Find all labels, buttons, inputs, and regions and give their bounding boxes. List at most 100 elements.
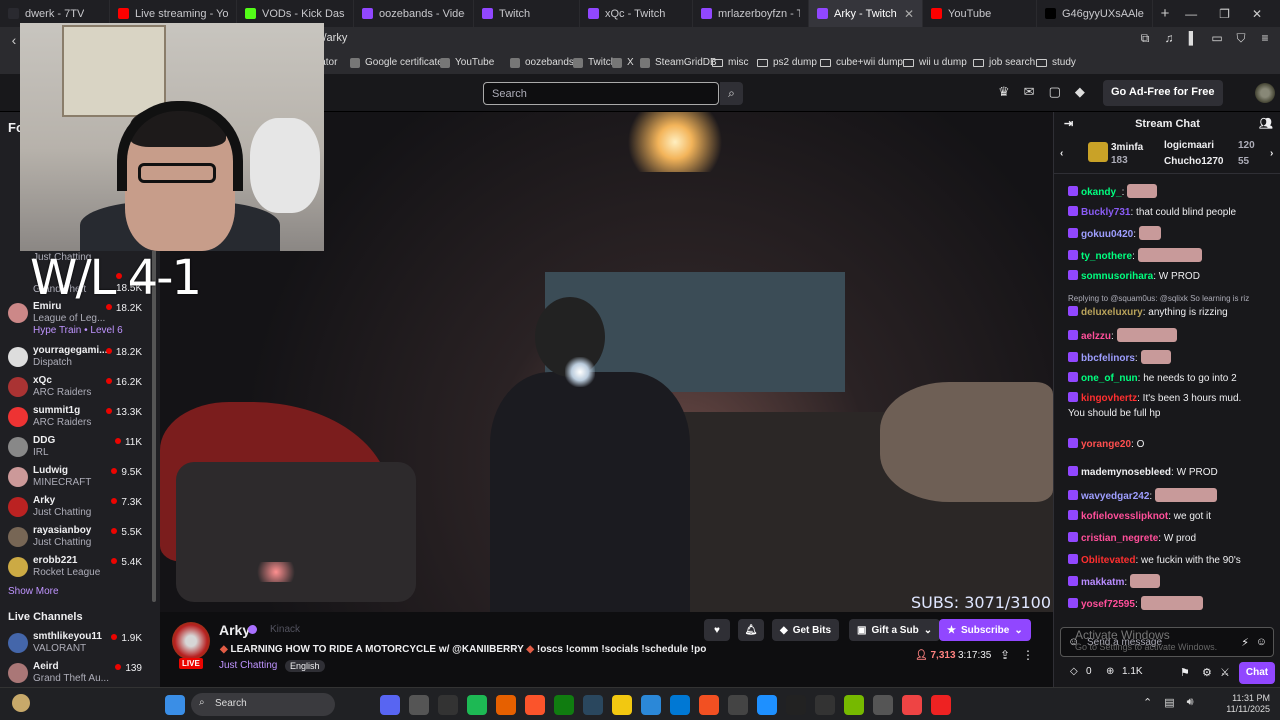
browser-tab[interactable]: oozebands - Video Pro (354, 0, 474, 27)
sidebar-channel[interactable]: Emiru League of Leg... 18.2K Hype Train • L… (0, 300, 152, 342)
taskbar-app-icon[interactable] (380, 695, 400, 715)
bookmark-item[interactable]: Twitch (573, 57, 616, 68)
taskbar-search[interactable]: ⌕ Search (191, 693, 335, 716)
sidebar-channel[interactable]: yourragegami... Dispatch 18.2K (0, 344, 152, 374)
taskbar-app-icon[interactable] (641, 695, 661, 715)
chat-username[interactable]: yosef72595 (1081, 599, 1135, 610)
bookmark-item[interactable]: YouTube (440, 57, 494, 68)
restore-icon[interactable]: ❐ (1219, 7, 1230, 21)
tray-chevron-icon[interactable]: ⌃ (1143, 696, 1152, 709)
sidebar-channel[interactable]: erobb221 Rocket League 5.4K (0, 554, 152, 584)
chat-username[interactable]: kingovhertz (1081, 393, 1137, 404)
network-icon[interactable]: ▤ (1164, 696, 1174, 709)
taskbar-app-icon[interactable] (786, 695, 806, 715)
chat-username[interactable]: Buckly731 (1081, 207, 1130, 218)
minimize-icon[interactable]: — (1185, 7, 1197, 21)
browser-tab[interactable]: mrlazerboyfzn - Tw (693, 0, 809, 27)
bookmark-item[interactable]: misc (712, 57, 749, 68)
channel-avatar[interactable] (172, 622, 210, 660)
browser-tab[interactable]: YouTube (923, 0, 1037, 27)
predictions-icon[interactable]: ⚑ (1180, 666, 1190, 679)
chat-emote[interactable] (1140, 350, 1171, 364)
chat-username[interactable]: okandy_ (1081, 187, 1122, 198)
gifter-2-name[interactable]: logicmaari (1164, 140, 1214, 151)
taskbar-app-icon[interactable] (612, 695, 632, 715)
team-name[interactable]: Kinack (270, 624, 300, 635)
chat-emote[interactable] (1140, 596, 1203, 610)
chat-username[interactable]: ty_nothere (1081, 251, 1132, 262)
taskbar-app-icon[interactable] (496, 695, 516, 715)
clock[interactable]: 11:31 PM 11/11/2025 (1226, 693, 1270, 715)
taskbar-app-icon[interactable] (554, 695, 574, 715)
sidebar-channel[interactable]: Arky Just Chatting 7.3K (0, 494, 152, 524)
taskbar-app-icon[interactable] (757, 695, 777, 715)
bits-icon[interactable]: ◆ (1075, 84, 1085, 100)
sidebar-channel[interactable]: rayasianboy Just Chatting 5.5K (0, 524, 152, 554)
chat-emote[interactable] (1155, 488, 1218, 502)
follow-heart-button[interactable]: ♥ (704, 619, 730, 641)
taskbar-app-icon[interactable] (438, 695, 458, 715)
chat-emote[interactable] (1127, 184, 1158, 198)
browser-tab[interactable]: xQc - Twitch (580, 0, 693, 27)
taskbar-app-icon[interactable] (931, 695, 951, 715)
chat-emote[interactable] (1137, 248, 1202, 262)
chat-username[interactable]: mademynosebleed (1081, 467, 1171, 478)
chat-username[interactable]: Oblitevated (1081, 555, 1135, 566)
sidebar-channel[interactable]: smthlikeyou11 VALORANT 1.9K (0, 630, 152, 660)
chat-username[interactable]: yorange20 (1081, 439, 1131, 450)
chat-username[interactable]: cristian_negrete (1081, 533, 1158, 544)
chat-username[interactable]: somnusorihara (1081, 271, 1153, 282)
bookmark-item[interactable]: cube+wii dump (820, 57, 903, 68)
chevron-left-icon[interactable]: ‹ (1060, 148, 1063, 159)
bookmark-item[interactable]: wii u dump (903, 57, 967, 68)
browser-tab[interactable]: Twitch (474, 0, 580, 27)
category-link[interactable]: Just Chatting (219, 660, 277, 671)
gift-sub-button[interactable]: ▣ Gift a Sub ⌄ (849, 619, 941, 641)
sidebar-icon[interactable]: ▌ (1186, 31, 1200, 45)
chat-send-button[interactable]: Chat (1239, 662, 1275, 684)
chat-username[interactable]: kofielovesslipknot (1081, 511, 1168, 522)
chat-username[interactable]: makkatm (1081, 577, 1124, 588)
prime-crown-icon[interactable]: ♛ (998, 84, 1010, 100)
bookmark-item[interactable]: study (1036, 57, 1076, 68)
subscribe-button[interactable]: ★ Subscribe ⌄ (939, 619, 1031, 641)
emote-picker-icon[interactable]: ☺ (1256, 636, 1267, 648)
taskbar-app-icon[interactable] (815, 695, 835, 715)
chat-emote[interactable] (1116, 328, 1177, 342)
browser-tab[interactable]: Arky - Twitch ✕ (809, 0, 923, 27)
gifter-1-name[interactable]: 3minfa (1111, 142, 1143, 153)
collapse-chat-icon[interactable]: ⇥ (1064, 112, 1073, 136)
bits-emote-icon[interactable]: ⚡︎ (1241, 636, 1249, 649)
taskbar-app-icon[interactable] (699, 695, 719, 715)
sidebar-channel[interactable]: Aeird Grand Theft Au... 139 (0, 660, 152, 690)
taskbar-app-icon[interactable] (670, 695, 690, 715)
bookmark-item[interactable]: ps2 dump (757, 57, 817, 68)
extensions-icon[interactable]: ⧉ (1138, 31, 1152, 45)
music-icon[interactable]: ♫ (1162, 31, 1176, 45)
settings-gear-icon[interactable]: ⚙ (1202, 666, 1212, 679)
taskbar-app-icon[interactable] (583, 695, 603, 715)
chat-username[interactable]: one_of_nun (1081, 373, 1138, 384)
taskbar-app-icon[interactable] (873, 695, 893, 715)
bookmark-item[interactable]: X (612, 57, 634, 68)
taskbar-app-icon[interactable] (165, 695, 185, 715)
new-tab-button[interactable]: + (1153, 5, 1177, 22)
gifter-3-name[interactable]: Chucho1270 (1164, 156, 1223, 167)
user-avatar[interactable] (1255, 83, 1275, 103)
get-bits-button[interactable]: ◆ Get Bits (772, 619, 840, 641)
wallet-icon[interactable]: ▭ (1210, 31, 1224, 45)
chat-username[interactable]: gokuu0420 (1081, 229, 1133, 240)
taskbar-app-icon[interactable] (728, 695, 748, 715)
bookmark-item[interactable]: Google certificate (350, 57, 443, 68)
taskbar-app-icon[interactable] (525, 695, 545, 715)
weather-icon[interactable] (12, 694, 30, 712)
browser-tab[interactable]: G46gyyUXsAAlet4 (68 (1037, 0, 1153, 27)
chat-username[interactable]: wavyedgar242 (1081, 491, 1149, 502)
notification-bell-button[interactable]: 🔔︎ (738, 619, 764, 641)
vpn-icon[interactable]: ⛉ (1234, 31, 1248, 45)
bookmark-item[interactable]: oozebands (510, 57, 574, 68)
chat-username[interactable]: aelzzu (1081, 331, 1111, 342)
volume-icon[interactable]: 🔊︎ (1187, 696, 1194, 709)
language-tag[interactable]: English (285, 660, 325, 672)
chat-emote[interactable] (1130, 574, 1161, 588)
